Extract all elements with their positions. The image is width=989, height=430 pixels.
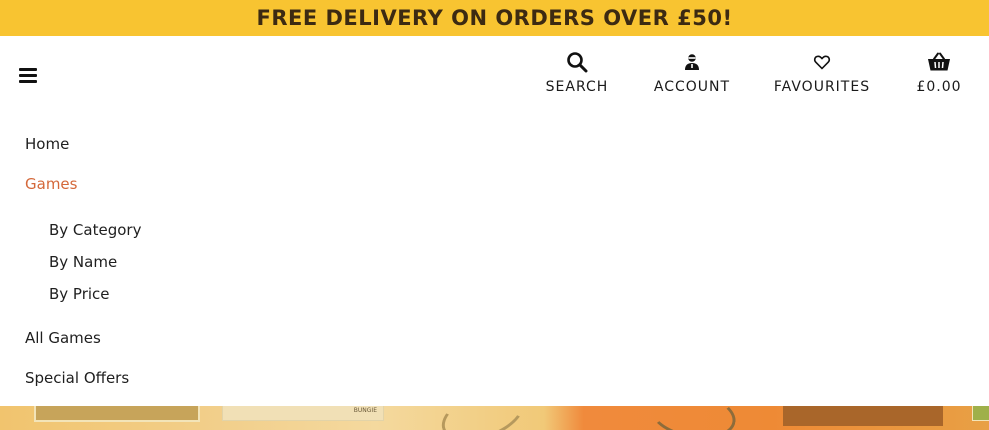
hamburger-menu-button[interactable] — [19, 68, 39, 88]
nav-subitem-by-name[interactable]: By Name — [49, 253, 117, 271]
hamburger-icon — [19, 68, 37, 71]
nav-subitem-by-category[interactable]: By Category — [49, 221, 141, 239]
account-button[interactable]: ACCOUNT — [653, 50, 731, 95]
nav-item-games[interactable]: Games — [25, 175, 77, 193]
nav-item-all-games[interactable]: All Games — [25, 329, 101, 347]
favourites-label: FAVOURITES — [773, 79, 871, 95]
game-cover-tile — [783, 406, 943, 426]
promo-text: FREE DELIVERY ON ORDERS OVER £50! — [256, 6, 733, 30]
basket-button[interactable]: £0.00 — [913, 50, 965, 95]
hero-banner[interactable]: BUNGIE — [0, 406, 989, 430]
basket-icon — [927, 50, 951, 74]
controller-graphic — [434, 406, 532, 430]
heart-icon — [810, 50, 834, 74]
controller-graphic — [646, 406, 740, 430]
navigation-menu: Home Games By Category By Name By Price … — [0, 120, 989, 406]
game-cover-tile — [972, 406, 989, 421]
nav-subitem-by-price[interactable]: By Price — [49, 285, 110, 303]
search-label: SEARCH — [545, 79, 609, 95]
nav-item-home[interactable]: Home — [25, 135, 69, 153]
search-icon — [565, 50, 589, 74]
nav-item-special-offers[interactable]: Special Offers — [25, 369, 129, 387]
favourites-button[interactable]: FAVOURITES — [773, 50, 871, 95]
site-header: SEARCH ACCOUNT FAVOURITES £0.00 — [0, 36, 989, 120]
basket-total: £0.00 — [916, 79, 962, 95]
search-button[interactable]: SEARCH — [545, 50, 609, 95]
account-label: ACCOUNT — [653, 79, 731, 95]
user-icon — [680, 50, 704, 74]
promo-banner: FREE DELIVERY ON ORDERS OVER £50! — [0, 0, 989, 36]
brand-logo-text: BUNGIE — [353, 407, 377, 414]
game-cover-tile: BUNGIE — [222, 406, 384, 421]
game-cover-tile — [34, 406, 200, 422]
